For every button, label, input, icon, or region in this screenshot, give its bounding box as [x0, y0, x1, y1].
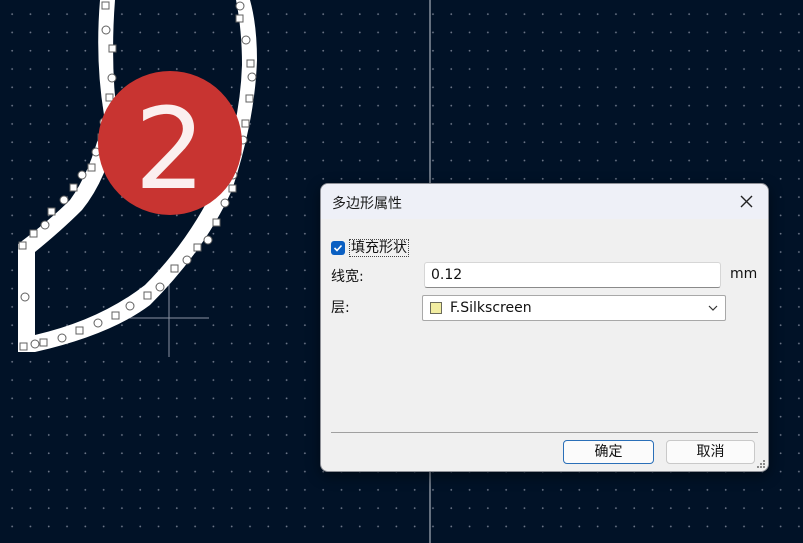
line-width-label: 线宽: [331, 269, 364, 285]
dialog-titlebar[interactable]: 多边形属性 [321, 184, 768, 219]
resize-grip-icon[interactable] [756, 459, 766, 469]
dialog-title: 多边形属性 [332, 196, 402, 212]
cancel-button[interactable]: 取消 [666, 440, 755, 464]
fill-shape-row[interactable]: 填充形状 [331, 239, 409, 257]
line-width-input[interactable]: 0.12 [424, 262, 721, 288]
layer-color-swatch [430, 302, 442, 314]
checkmark-icon [333, 244, 343, 252]
polygon-properties-dialog: 多边形属性 填充形状 线宽: 0.12 mm 层: F.Silkscreen 确… [320, 183, 769, 472]
ok-button[interactable]: 确定 [563, 440, 654, 464]
dialog-divider [331, 432, 758, 433]
chevron-down-icon [708, 305, 718, 311]
fill-shape-checkbox[interactable] [331, 241, 345, 255]
layer-label: 层: [331, 300, 350, 316]
fill-shape-label[interactable]: 填充形状 [349, 239, 409, 257]
step-badge-number: 2 [134, 85, 205, 215]
line-width-unit: mm [730, 266, 758, 282]
layer-selected-value: F.Silkscreen [450, 300, 532, 316]
close-button[interactable] [724, 184, 768, 219]
close-icon [740, 195, 752, 208]
layer-select[interactable]: F.Silkscreen [422, 295, 726, 321]
